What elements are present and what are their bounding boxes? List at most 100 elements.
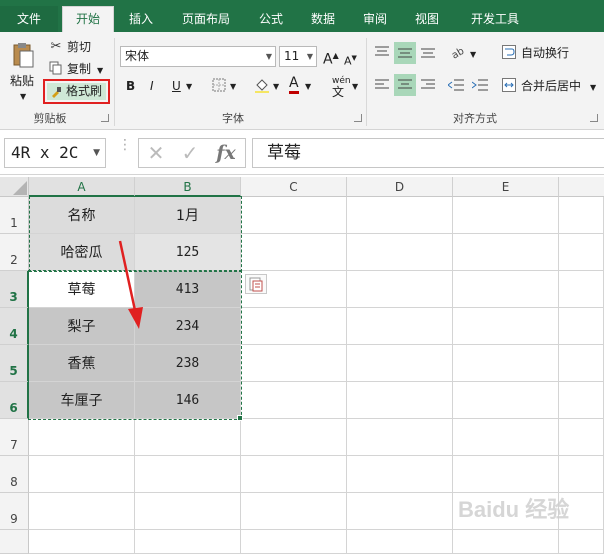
empty-cell[interactable] <box>453 197 559 234</box>
empty-cell[interactable] <box>453 234 559 271</box>
cancel-icon[interactable]: ✕ <box>145 141 167 165</box>
empty-cell[interactable] <box>559 271 604 308</box>
row-header-3[interactable]: 3 <box>0 271 29 308</box>
empty-cell[interactable] <box>559 345 604 382</box>
italic-button[interactable]: I <box>150 77 154 95</box>
formula-input[interactable]: 草莓 <box>252 138 604 168</box>
orientation-dropdown-icon[interactable]: ▼ <box>470 46 476 64</box>
increase-indent-icon[interactable] <box>470 75 490 95</box>
cell-b3[interactable]: 413 <box>135 271 241 308</box>
empty-cell[interactable] <box>347 308 453 345</box>
cell-a6[interactable]: 车厘子 <box>29 382 135 419</box>
column-header-c[interactable]: C <box>241 177 347 197</box>
border-icon[interactable] <box>211 77 227 93</box>
empty-cell[interactable] <box>559 308 604 345</box>
cell-b1[interactable]: 1月 <box>135 197 241 234</box>
row-header-2[interactable]: 2 <box>0 234 29 271</box>
font-size-select[interactable]: 11 ▼ <box>279 46 317 67</box>
empty-cell[interactable] <box>241 234 347 271</box>
row-header-1[interactable]: 1 <box>0 197 29 234</box>
empty-cell[interactable] <box>347 419 453 456</box>
empty-cell[interactable] <box>29 530 135 554</box>
decrease-indent-icon[interactable] <box>446 75 466 95</box>
empty-cell[interactable] <box>29 493 135 530</box>
fill-color-icon[interactable] <box>253 76 271 94</box>
fill-color-dropdown-icon[interactable]: ▼ <box>273 78 279 96</box>
empty-cell[interactable] <box>241 419 347 456</box>
cell-a1[interactable]: 名称 <box>29 197 135 234</box>
cell-b2[interactable]: 125 <box>135 234 241 271</box>
empty-cell[interactable] <box>559 234 604 271</box>
cell-b5[interactable]: 238 <box>135 345 241 382</box>
name-box[interactable]: 4R x 2C ▼ <box>4 138 106 168</box>
empty-cell[interactable] <box>453 308 559 345</box>
paste-dropdown-icon[interactable]: ▼ <box>20 88 26 106</box>
empty-cell[interactable] <box>135 493 241 530</box>
empty-cell[interactable] <box>347 456 453 493</box>
cut-button[interactable]: 剪切 <box>67 38 91 56</box>
insert-function-button[interactable]: fx <box>213 141 239 165</box>
font-color-button[interactable]: A <box>289 75 299 94</box>
clipboard-launcher-icon[interactable] <box>101 114 109 122</box>
column-header-d[interactable]: D <box>347 177 453 197</box>
align-left-icon[interactable] <box>372 75 392 95</box>
empty-cell[interactable] <box>241 456 347 493</box>
cell-b6[interactable]: 146 <box>135 382 241 419</box>
row-header-8[interactable]: 8 <box>0 456 29 493</box>
column-header-b[interactable]: B <box>135 177 241 197</box>
font-launcher-icon[interactable] <box>354 114 362 122</box>
worksheet-grid[interactable]: A B C D E 1 2 3 4 5 6 7 8 9 名称 1月 哈密瓜 12… <box>0 177 604 554</box>
empty-cell[interactable] <box>347 530 453 554</box>
merge-center-dropdown-icon[interactable]: ▼ <box>590 79 596 97</box>
row-header-5[interactable]: 5 <box>0 345 29 382</box>
align-center-icon[interactable] <box>394 74 416 96</box>
row-header-10[interactable] <box>0 530 29 554</box>
empty-cell[interactable] <box>29 456 135 493</box>
empty-cell[interactable] <box>241 493 347 530</box>
empty-cell[interactable] <box>241 197 347 234</box>
merge-center-button[interactable]: 合并后居中 <box>521 77 581 95</box>
copy-button[interactable]: 复制 <box>67 60 91 78</box>
tab-page-layout[interactable]: 页面布局 <box>168 8 244 32</box>
empty-cell[interactable] <box>135 419 241 456</box>
empty-cell[interactable] <box>559 197 604 234</box>
underline-dropdown-icon[interactable]: ▼ <box>186 78 192 96</box>
empty-cell[interactable] <box>241 382 347 419</box>
align-right-icon[interactable] <box>418 75 438 95</box>
copy-dropdown-icon[interactable]: ▼ <box>97 62 103 80</box>
empty-cell[interactable] <box>135 530 241 554</box>
alignment-launcher-icon[interactable] <box>590 114 598 122</box>
column-header-e[interactable]: E <box>453 177 559 197</box>
column-header-f[interactable] <box>559 177 604 197</box>
empty-cell[interactable] <box>347 271 453 308</box>
enter-icon[interactable]: ✓ <box>179 141 201 165</box>
underline-button[interactable]: U <box>172 77 181 95</box>
empty-cell[interactable] <box>559 419 604 456</box>
empty-cell[interactable] <box>453 419 559 456</box>
empty-cell[interactable] <box>241 308 347 345</box>
tab-formulas[interactable]: 公式 <box>248 8 294 32</box>
column-header-a[interactable]: A <box>29 177 135 197</box>
empty-cell[interactable] <box>241 530 347 554</box>
font-color-dropdown-icon[interactable]: ▼ <box>305 78 311 96</box>
paste-options-button[interactable] <box>245 274 267 294</box>
select-all-corner[interactable] <box>0 177 29 197</box>
empty-cell[interactable] <box>559 382 604 419</box>
tab-insert[interactable]: 插入 <box>118 8 164 32</box>
orientation-icon[interactable]: ab <box>448 42 468 62</box>
tab-file[interactable]: 文件 <box>0 6 58 32</box>
align-bottom-icon[interactable] <box>418 42 438 62</box>
shrink-font-button[interactable]: A▼ <box>344 49 357 71</box>
grow-font-button[interactable]: A▲ <box>323 47 339 69</box>
bold-button[interactable]: B <box>126 77 135 95</box>
empty-cell[interactable] <box>347 382 453 419</box>
phonetic-dropdown-icon[interactable]: ▼ <box>352 78 358 96</box>
fill-handle[interactable] <box>237 415 243 421</box>
empty-cell[interactable] <box>347 345 453 382</box>
tab-view[interactable]: 视图 <box>404 8 450 32</box>
empty-cell[interactable] <box>453 382 559 419</box>
row-header-6[interactable]: 6 <box>0 382 29 419</box>
empty-cell[interactable] <box>347 234 453 271</box>
empty-cell[interactable] <box>453 345 559 382</box>
empty-cell[interactable] <box>135 456 241 493</box>
